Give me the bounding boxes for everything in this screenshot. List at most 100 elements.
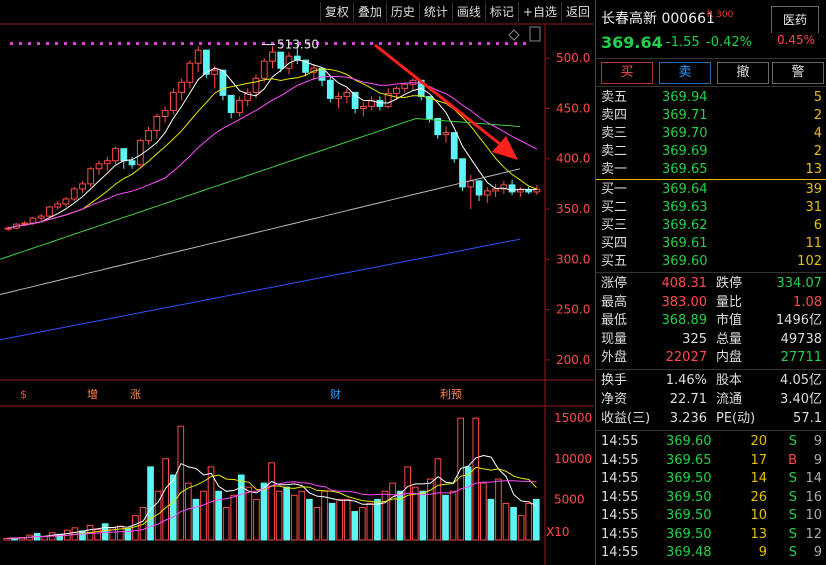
candle-body xyxy=(252,77,260,93)
candle-body xyxy=(269,51,276,62)
bid-price: 369.62 xyxy=(662,218,708,233)
volume-bar xyxy=(79,530,86,541)
volume-bar xyxy=(222,507,230,541)
stat-label: 最低 xyxy=(601,313,628,328)
divider xyxy=(596,272,826,273)
volume-bar xyxy=(116,525,124,541)
tick-row: 14:55 369.48 9 S 9 xyxy=(596,544,826,562)
price-change: -1.55 xyxy=(666,35,700,50)
candle-body xyxy=(186,62,194,83)
ask-row: 卖四 369.71 2 xyxy=(596,107,826,125)
candle-body xyxy=(434,118,442,136)
stat-label: PE(动) xyxy=(716,411,756,426)
buy-button[interactable]: 买 xyxy=(601,62,653,84)
stat-value: 57.1 xyxy=(793,411,822,426)
stat-row: 外盘 22027 内盘 27711 xyxy=(596,349,826,367)
tick-row: 14:55 369.60 20 S 9 xyxy=(596,433,826,451)
stat-row: 净资 22.71 流通 3.40亿 xyxy=(596,391,826,409)
bid-row: 买四 369.61 11 xyxy=(596,235,826,253)
stat-label: 股本 xyxy=(716,373,743,388)
stat-row: 收益(三) 3.236 PE(动) 57.1 xyxy=(596,410,826,428)
toolbar-button-2[interactable]: 历史 xyxy=(385,2,419,22)
candle-body xyxy=(227,94,235,113)
ask-price: 369.70 xyxy=(662,126,708,141)
volume-axis-label: 15000 xyxy=(554,411,592,425)
event-marker[interactable]: 涨 xyxy=(130,388,141,401)
event-marker[interactable]: 增 xyxy=(87,387,98,401)
volume-bar xyxy=(313,507,321,541)
tick-time: 14:55 xyxy=(601,508,639,523)
volume-axis-label: 5000 xyxy=(554,492,585,506)
candle-body xyxy=(46,206,53,217)
signal-dot xyxy=(37,42,40,45)
alert-button[interactable]: 警 xyxy=(772,62,824,84)
candle-body xyxy=(112,148,119,162)
toolbar-button-4[interactable]: 画线 xyxy=(451,2,485,22)
sector-button[interactable]: 医药 xyxy=(771,6,819,33)
divider xyxy=(596,430,826,431)
ask-price: 369.69 xyxy=(662,144,708,159)
tick-row: 14:55 369.50 10 S 10 xyxy=(596,507,826,525)
volume-bar xyxy=(230,494,238,541)
signal-dot xyxy=(388,42,391,45)
stat-value: 325 xyxy=(682,331,707,347)
signal-dot xyxy=(379,42,382,45)
signal-dot xyxy=(352,42,355,45)
sell-button[interactable]: 卖 xyxy=(659,62,711,84)
stat-label: 换手 xyxy=(601,373,628,388)
volume-bar xyxy=(419,490,427,541)
stat-value: 383.00 xyxy=(661,294,708,310)
signal-dot xyxy=(523,42,526,45)
volume-bar xyxy=(336,498,343,541)
bid-label: 买二 xyxy=(601,200,628,215)
volume-bar xyxy=(472,417,480,541)
volume-bar xyxy=(464,466,472,541)
candle-body xyxy=(79,183,86,190)
tick-row: 14:55 369.50 13 S 12 xyxy=(596,526,826,544)
kline-chart[interactable]: 500.0 450.0 400.0 350.0 300.0 250.0 200.0 513.5… xyxy=(0,0,594,565)
signal-dot xyxy=(154,42,157,45)
event-marker[interactable]: 财 xyxy=(330,387,341,401)
signal-dot xyxy=(451,42,454,45)
candle-body xyxy=(120,148,128,162)
candle-body xyxy=(54,203,62,208)
stat-label: 市值 xyxy=(716,313,743,328)
toolbar-button-3[interactable]: 统计 xyxy=(418,2,452,22)
tick-volume: 10 xyxy=(750,508,767,523)
volume-bar xyxy=(268,462,275,541)
kline-chart-area[interactable]: 500.0 450.0 400.0 350.0 300.0 250.0 200.0 513.5… xyxy=(0,0,594,565)
tick-time: 14:55 xyxy=(601,545,639,560)
candle-body xyxy=(136,140,144,166)
signal-dot xyxy=(514,42,517,45)
volume-bar xyxy=(427,478,434,541)
candle-body xyxy=(128,160,136,166)
tick-count: 10 xyxy=(805,508,822,523)
sector-change: 0.45% xyxy=(776,33,816,47)
ask-volume: 5 xyxy=(813,90,822,105)
bid-volume: 31 xyxy=(805,200,822,215)
cancel-order-button[interactable]: 撤 xyxy=(717,62,769,84)
volume-bar xyxy=(487,498,495,541)
toolbar-button-7[interactable]: 返回 xyxy=(560,2,594,22)
volume-bar xyxy=(245,486,253,541)
divider xyxy=(596,58,826,59)
toolbar-button-1[interactable]: 叠加 xyxy=(352,2,386,22)
stat-row: 现量 325 总量 49738 xyxy=(596,331,826,349)
candle-body xyxy=(21,222,29,225)
toolbar-button-5[interactable]: 标记 xyxy=(484,2,518,22)
event-marker[interactable]: 利预 xyxy=(440,388,462,401)
ask-row: 卖三 369.70 4 xyxy=(596,125,826,143)
event-marker[interactable]: $ xyxy=(20,388,27,401)
toolbar-button-0[interactable]: 复权 xyxy=(319,2,353,22)
toolbar-button-6[interactable]: +自选 xyxy=(517,2,561,22)
ask-price: 369.71 xyxy=(662,108,708,123)
signal-dot xyxy=(325,42,328,45)
volume-bar xyxy=(374,498,381,541)
chart-toolbar: 复权 叠加 历史 统计 画线 标记 +自选 返回 xyxy=(319,2,594,22)
signal-dot xyxy=(496,42,499,45)
volume-bar xyxy=(185,482,192,541)
volume-bar xyxy=(290,494,298,541)
tick-volume: 14 xyxy=(750,471,767,486)
stat-label: 涨停 xyxy=(601,276,628,291)
candle-body xyxy=(483,190,491,196)
